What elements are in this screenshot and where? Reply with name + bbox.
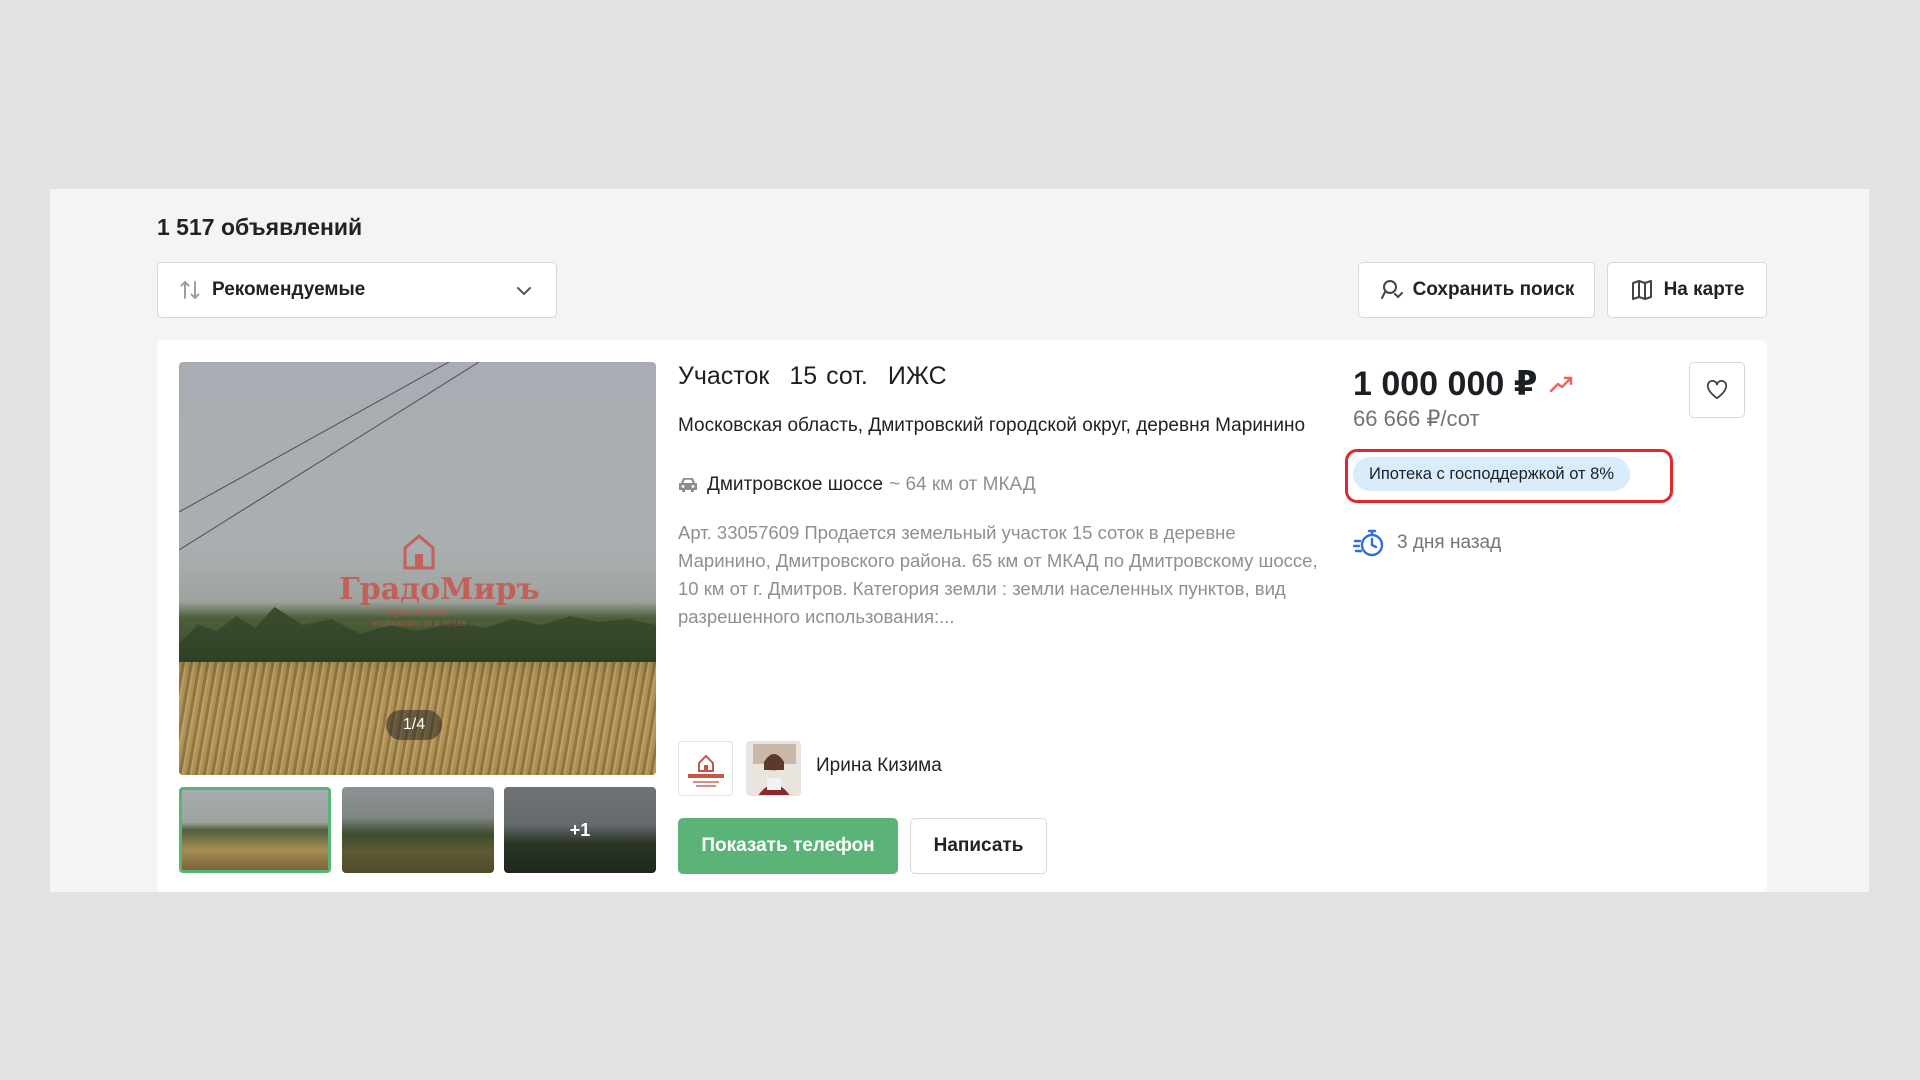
price: 1 000 000 ₽ (1353, 365, 1538, 403)
agent-avatar[interactable] (746, 741, 801, 796)
listing-title[interactable]: Участок 15 сот. ИЖС (678, 362, 967, 391)
trend-up-icon (1550, 376, 1573, 393)
price-per-unit: 66 666 ₽/сот (1353, 406, 1480, 431)
agency-logo[interactable] (678, 741, 733, 796)
title-category: ИЖС (887, 362, 947, 390)
price-block: 1 000 000 ₽ (1353, 364, 1575, 404)
highway-name: Дмитровское шоссе (707, 474, 884, 495)
search-save-icon (1380, 280, 1403, 299)
main-photo[interactable]: ГрадоМиръ Русский центр недвижимости и п… (179, 362, 656, 775)
save-search-button[interactable]: Сохранить поиск (1358, 262, 1595, 318)
watermark-tagline-2: недвижимости и права (371, 618, 467, 628)
posted-date: 3 дня назад (1353, 528, 1501, 558)
highway-distance: ~ 64 км от МКАД (889, 474, 1036, 495)
listing-description: Арт. 33057609 Продается земельный участо… (678, 522, 1318, 627)
photo-counter: 1/4 (386, 710, 442, 740)
listing-count: 1 517 объявлений (157, 214, 363, 240)
highway-info: Дмитровское шоссе ~ 64 км от МКАД (678, 474, 1036, 496)
sort-label: Рекомендуемые (212, 279, 366, 300)
more-photos-count: +1 (569, 819, 591, 840)
save-search-label: Сохранить поиск (1412, 279, 1575, 300)
favorite-button[interactable] (1689, 362, 1745, 418)
house-icon (403, 534, 435, 570)
map-icon (1631, 280, 1652, 300)
show-on-map-button[interactable]: На карте (1607, 262, 1767, 318)
write-message-button[interactable]: Написать (910, 818, 1047, 874)
sort-icon (180, 280, 200, 300)
sort-select[interactable]: Рекомендуемые (157, 262, 557, 318)
agency-logo-icon (687, 754, 724, 787)
watermark-brand: ГрадоМиръ (339, 572, 540, 607)
title-type: Участок (678, 362, 770, 390)
watermark-logo: ГрадоМиръ Русский центр недвижимости и п… (339, 532, 540, 629)
listing-address: Московская область, Дмитровский городско… (678, 415, 1306, 436)
chevron-down-icon (517, 287, 531, 296)
thumbnail-1[interactable] (179, 787, 331, 873)
heart-icon (1706, 380, 1728, 400)
map-label: На карте (1663, 279, 1745, 300)
agent-name[interactable]: Ирина Кизима (816, 755, 942, 777)
posted-text: 3 дня назад (1397, 532, 1502, 553)
clock-speed-icon (1353, 529, 1384, 557)
show-phone-button[interactable]: Показать телефон (678, 818, 898, 874)
mortgage-badge[interactable]: Ипотека с господдержкой от 8% (1353, 457, 1630, 491)
agent-photo (747, 742, 800, 795)
title-area: 15 сот. (789, 362, 868, 390)
thumbnail-2[interactable] (342, 787, 494, 873)
watermark-tagline-1: Русский центр (388, 607, 450, 617)
car-icon (679, 478, 697, 492)
thumbnail-3[interactable]: +1 (504, 787, 656, 873)
